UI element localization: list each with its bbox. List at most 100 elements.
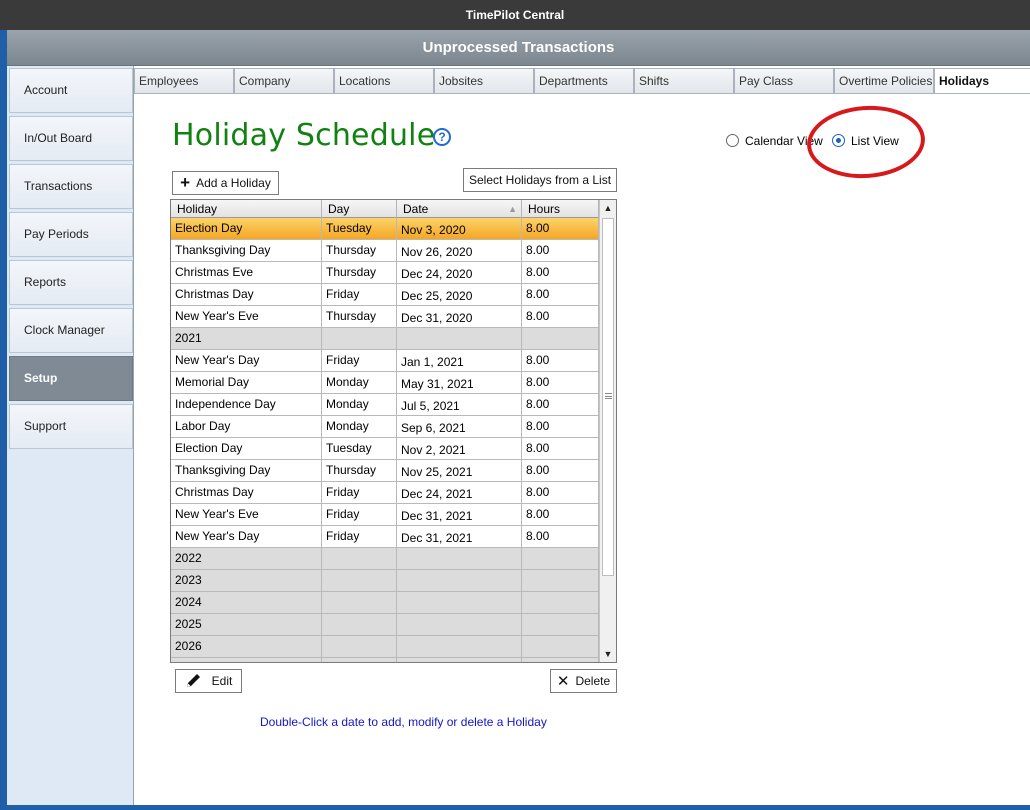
cell-date: Jan 1, 2021	[397, 350, 522, 372]
cell-day: Thursday	[322, 240, 397, 262]
cell-day	[322, 614, 397, 636]
year-group-row[interactable]: 2026	[171, 636, 599, 658]
page-title: Holiday Schedule	[172, 118, 436, 153]
tab-departments[interactable]: Departments	[534, 68, 634, 94]
year-group-row[interactable]	[171, 658, 599, 662]
sidebar-item-reports[interactable]: Reports	[9, 260, 133, 305]
cell-hours	[522, 592, 599, 614]
delete-button[interactable]: ✕ Delete	[550, 669, 617, 693]
cell-date: Nov 2, 2021	[397, 438, 522, 460]
tab-employees[interactable]: Employees	[134, 68, 234, 94]
cell-holiday: Christmas Day	[171, 284, 322, 306]
cell-holiday: 2024	[171, 592, 322, 614]
cell-day: Tuesday	[322, 438, 397, 460]
sidebar-item-support[interactable]: Support	[9, 404, 133, 449]
cell-hours: 8.00	[522, 526, 599, 548]
vertical-scrollbar[interactable]: ▲ ▼	[599, 200, 616, 662]
delete-label: Delete	[575, 674, 611, 688]
cell-day	[322, 658, 397, 662]
table-row[interactable]: Independence Day Monday Jul 5, 2021 8.00	[171, 394, 599, 416]
sidebar-item-in-out-board[interactable]: In/Out Board	[9, 116, 133, 161]
cell-day: Tuesday	[322, 218, 397, 240]
cell-hours: 8.00	[522, 460, 599, 482]
tab-bar: Employees Company Locations Jobsites Dep…	[134, 68, 1030, 94]
list-view-radio[interactable]: List View	[832, 133, 899, 151]
year-group-row[interactable]: 2023	[171, 570, 599, 592]
cell-day: Thursday	[322, 262, 397, 284]
edit-button[interactable]: Edit	[175, 669, 242, 693]
cell-date: Dec 24, 2021	[397, 482, 522, 504]
scrollbar-thumb[interactable]	[602, 218, 614, 576]
help-icon[interactable]: ?	[433, 128, 451, 146]
column-header-holiday[interactable]: Holiday	[171, 200, 322, 218]
table-row[interactable]: New Year's Day Friday Dec 31, 2021 8.00	[171, 526, 599, 548]
cell-holiday: Thanksgiving Day	[171, 460, 322, 482]
sidebar: Account In/Out Board Transactions Pay Pe…	[7, 66, 133, 805]
cell-date: Nov 25, 2021	[397, 460, 522, 482]
cell-holiday: Thanksgiving Day	[171, 240, 322, 262]
page-header: Unprocessed Transactions	[7, 30, 1030, 66]
table-row[interactable]: Thanksgiving Day Thursday Nov 26, 2020 8.00	[171, 240, 599, 262]
calendar-view-radio[interactable]: Calendar View	[726, 133, 823, 151]
cell-holiday: New Year's Day	[171, 526, 322, 548]
cell-hours: 8.00	[522, 482, 599, 504]
sidebar-item-setup[interactable]: Setup	[9, 356, 133, 401]
cell-day	[322, 636, 397, 658]
cell-holiday: Christmas Day	[171, 482, 322, 504]
sidebar-item-pay-periods[interactable]: Pay Periods	[9, 212, 133, 257]
year-group-row[interactable]: 2021	[171, 328, 599, 350]
table-row[interactable]: Thanksgiving Day Thursday Nov 25, 2021 8.00	[171, 460, 599, 482]
cell-date: Dec 31, 2020	[397, 306, 522, 328]
sidebar-item-account[interactable]: Account	[9, 68, 133, 113]
tab-shifts[interactable]: Shifts	[634, 68, 734, 94]
tab-company[interactable]: Company	[234, 68, 334, 94]
tab-overtime-policies[interactable]: Overtime Policies	[834, 68, 934, 94]
scroll-down-arrow-icon[interactable]: ▼	[600, 646, 616, 662]
scroll-up-arrow-icon[interactable]: ▲	[600, 200, 616, 216]
column-header-date[interactable]: Date ▲	[397, 200, 522, 218]
select-holidays-button[interactable]: Select Holidays from a List	[463, 168, 617, 192]
cell-date: Dec 24, 2020	[397, 262, 522, 284]
table-row[interactable]: Christmas Eve Thursday Dec 24, 2020 8.00	[171, 262, 599, 284]
table-row[interactable]: New Year's Eve Friday Dec 31, 2021 8.00	[171, 504, 599, 526]
cell-hours: 8.00	[522, 284, 599, 306]
table-row[interactable]: Labor Day Monday Sep 6, 2021 8.00	[171, 416, 599, 438]
table-row[interactable]: New Year's Day Friday Jan 1, 2021 8.00	[171, 350, 599, 372]
holiday-grid[interactable]: Holiday Day Date ▲ Hours Election Day Tues…	[170, 199, 617, 663]
sidebar-item-clock-manager[interactable]: Clock Manager	[9, 308, 133, 353]
cell-hours: 8.00	[522, 504, 599, 526]
cell-date	[397, 658, 522, 662]
cell-hours	[522, 636, 599, 658]
cell-day	[322, 548, 397, 570]
cell-day	[322, 328, 397, 350]
tab-locations[interactable]: Locations	[334, 68, 434, 94]
window-border-bottom	[0, 805, 1030, 810]
cell-date: Jul 5, 2021	[397, 394, 522, 416]
cell-hours	[522, 548, 599, 570]
cell-hours	[522, 658, 599, 662]
cell-hours: 8.00	[522, 350, 599, 372]
column-header-hours[interactable]: Hours	[522, 200, 599, 218]
table-row[interactable]: Election Day Tuesday Nov 3, 2020 8.00	[171, 218, 599, 240]
cell-hours	[522, 328, 599, 350]
table-row[interactable]: Election Day Tuesday Nov 2, 2021 8.00	[171, 438, 599, 460]
table-row[interactable]: Memorial Day Monday May 31, 2021 8.00	[171, 372, 599, 394]
tab-pay-class[interactable]: Pay Class	[734, 68, 834, 94]
column-header-day[interactable]: Day	[322, 200, 397, 218]
table-row[interactable]: New Year's Eve Thursday Dec 31, 2020 8.00	[171, 306, 599, 328]
grip-icon	[605, 393, 612, 399]
table-row[interactable]: Christmas Day Friday Dec 25, 2020 8.00	[171, 284, 599, 306]
year-group-row[interactable]: 2022	[171, 548, 599, 570]
window-border-left	[0, 30, 7, 810]
year-group-row[interactable]: 2025	[171, 614, 599, 636]
year-group-row[interactable]: 2024	[171, 592, 599, 614]
cell-date: Dec 25, 2020	[397, 284, 522, 306]
calendar-view-label: Calendar View	[745, 134, 823, 148]
add-holiday-button[interactable]: + Add a Holiday	[172, 171, 279, 195]
table-row[interactable]: Christmas Day Friday Dec 24, 2021 8.00	[171, 482, 599, 504]
tab-holidays[interactable]: Holidays	[934, 68, 1030, 94]
tab-jobsites[interactable]: Jobsites	[434, 68, 534, 94]
cell-holiday: Independence Day	[171, 394, 322, 416]
sidebar-item-transactions[interactable]: Transactions	[9, 164, 133, 209]
cell-holiday: New Year's Eve	[171, 504, 322, 526]
